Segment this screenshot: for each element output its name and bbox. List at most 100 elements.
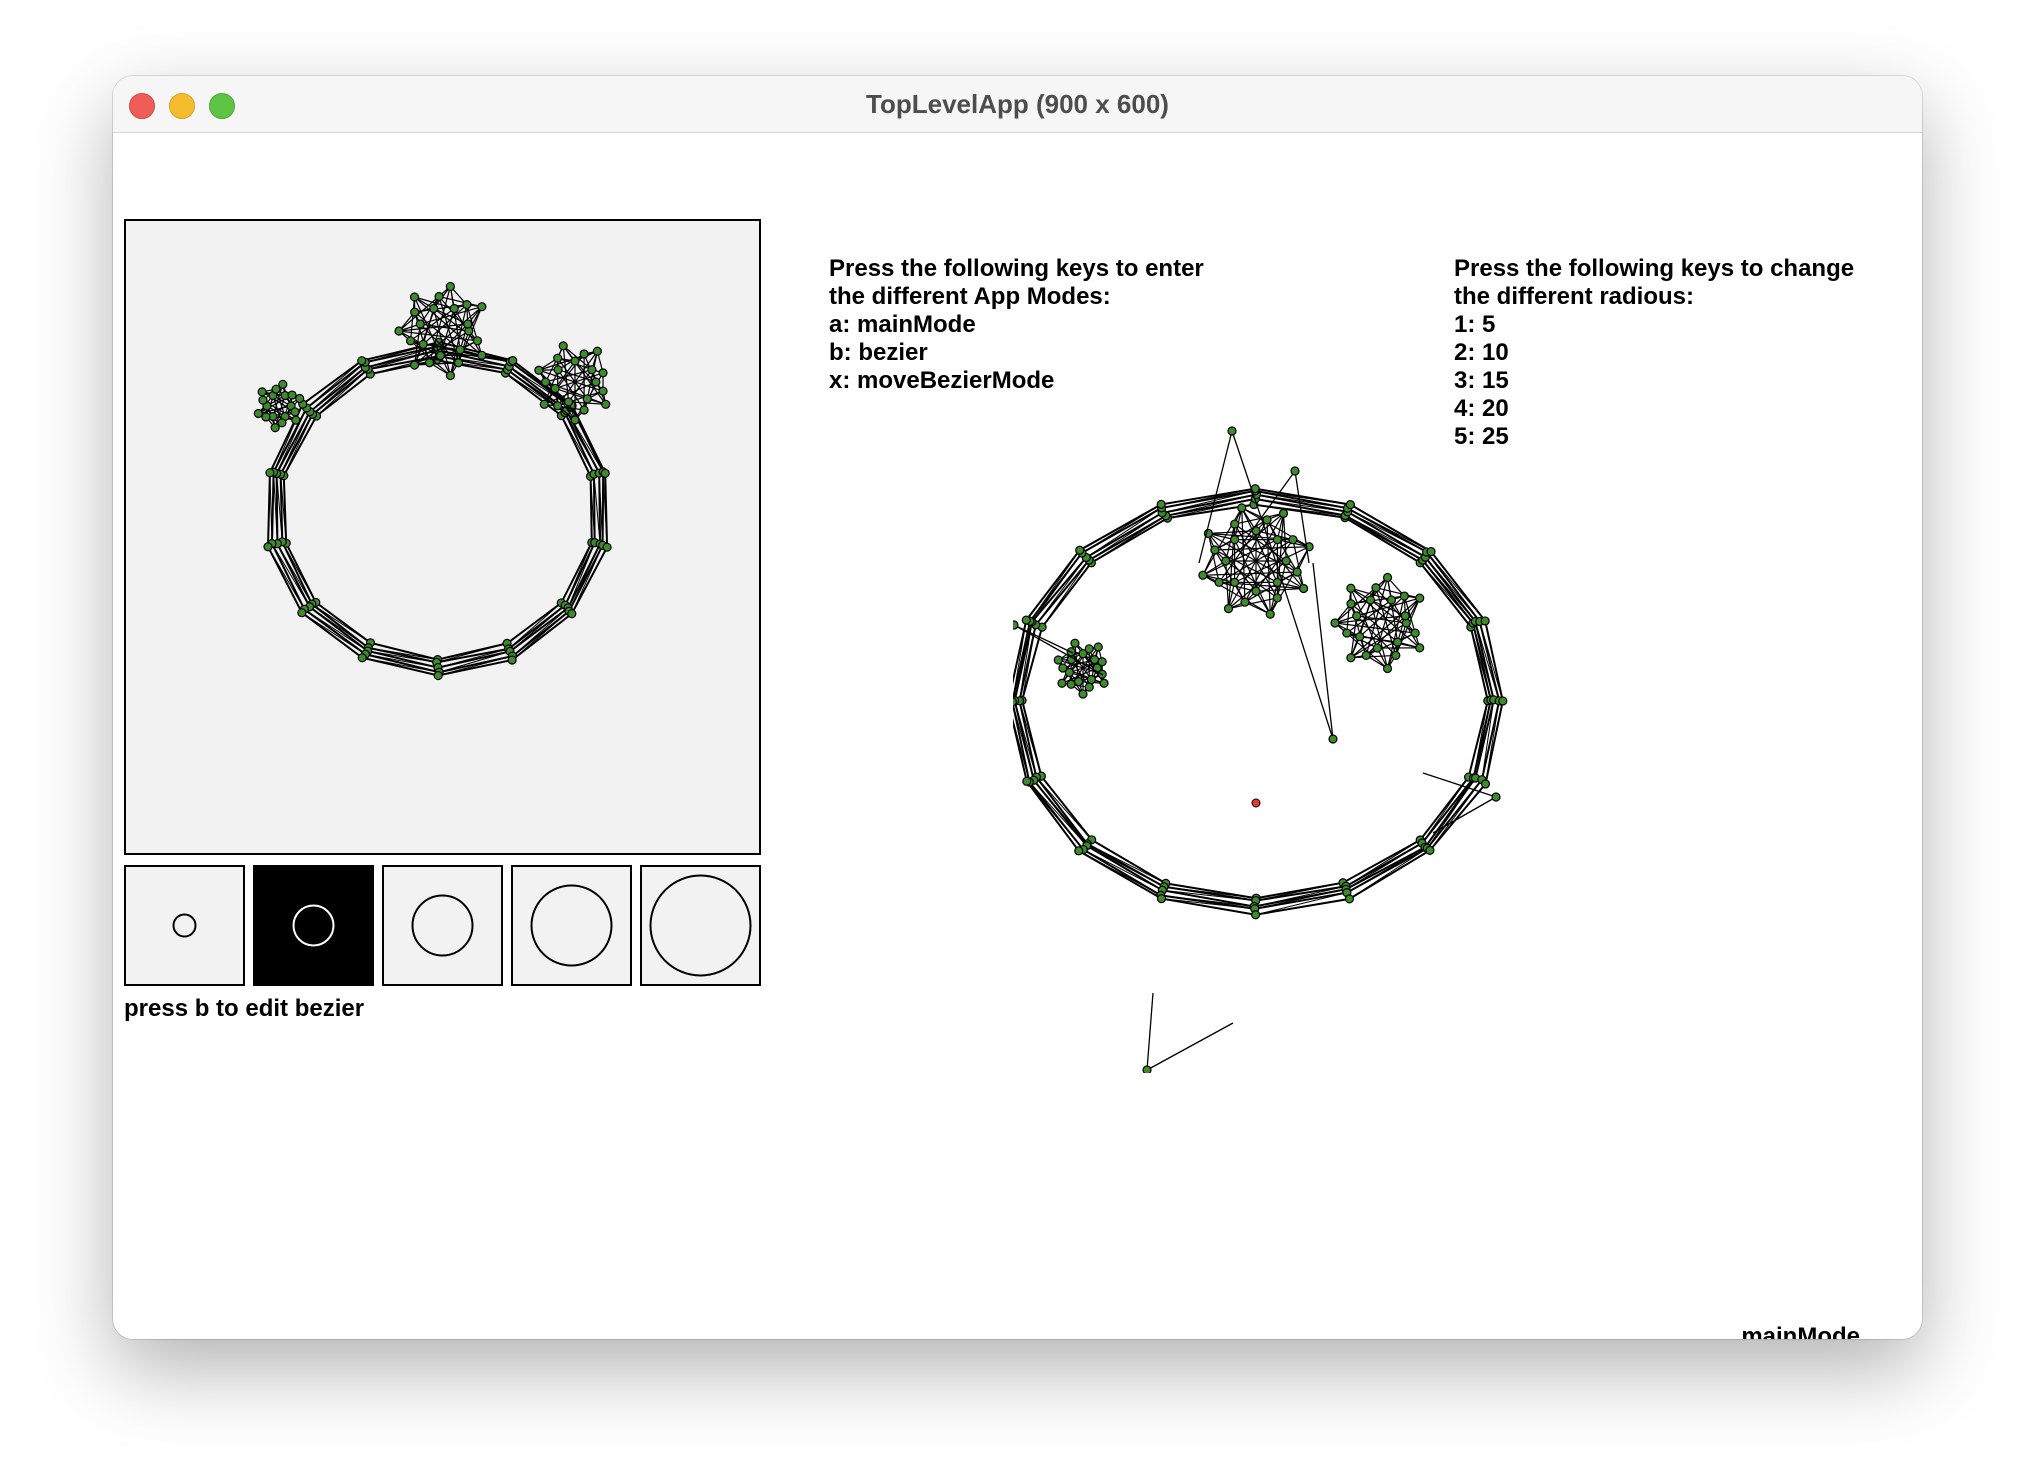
ring-node	[1074, 846, 1084, 856]
cluster-node	[1355, 632, 1365, 642]
cluster-node	[1415, 593, 1425, 603]
radius-button-4[interactable]	[511, 865, 632, 986]
current-mode-status: mainMode	[1741, 1323, 1860, 1339]
cluster-node	[553, 401, 563, 411]
ring-node	[1425, 845, 1435, 855]
cluster-node	[1240, 597, 1250, 607]
spike-node	[1328, 734, 1338, 744]
ring-link	[269, 472, 273, 544]
spike-node	[1227, 426, 1237, 436]
cluster-node	[1262, 515, 1272, 525]
cluster-node	[553, 353, 563, 363]
cluster-node	[1089, 654, 1100, 665]
ring-link	[1346, 846, 1426, 894]
cluster-node	[455, 345, 465, 355]
spike-node	[1142, 1065, 1152, 1073]
radius-button-2[interactable]	[253, 865, 374, 986]
ring-node	[297, 608, 307, 618]
cluster-node	[1272, 577, 1282, 587]
ring-link	[1424, 556, 1481, 622]
radius-key-2: 2: 10	[1454, 339, 1509, 366]
cluster-node	[270, 423, 280, 433]
cluster-node	[1299, 583, 1309, 594]
ring-node	[1156, 499, 1166, 510]
radius-key-3: 3: 15	[1454, 367, 1509, 394]
radius-button-1[interactable]	[124, 865, 245, 986]
ring-link	[1035, 557, 1087, 626]
cluster-node	[570, 415, 580, 425]
cluster-node	[1272, 593, 1282, 603]
cluster-node	[405, 336, 416, 346]
ring-link	[304, 608, 369, 652]
ring-node	[1480, 616, 1490, 626]
spike-link	[1146, 1022, 1234, 1071]
cluster-node	[261, 412, 271, 422]
ring-node	[357, 356, 367, 366]
cluster-node	[1237, 503, 1247, 513]
radius-circle-icon	[411, 894, 474, 957]
cluster-node	[534, 365, 544, 375]
ring-link	[1345, 842, 1423, 890]
cluster-node	[435, 350, 446, 361]
cluster-node	[472, 336, 483, 346]
radius-button-3[interactable]	[382, 865, 503, 986]
radius-circle-icon	[530, 884, 613, 967]
cluster-node	[1230, 519, 1240, 529]
cluster-node	[1058, 663, 1068, 673]
cluster-node	[1070, 638, 1080, 648]
main-ring-drawing[interactable]	[1013, 413, 1813, 1073]
ring-node	[1344, 894, 1355, 904]
ring-node	[1156, 894, 1167, 904]
spike-link	[1294, 470, 1310, 564]
cluster-node	[258, 395, 268, 405]
cluster-node	[1382, 663, 1393, 674]
modes-heading-line: Press the following keys to enter	[829, 255, 1204, 282]
cluster-node	[415, 319, 425, 329]
cluster-node	[1382, 572, 1393, 583]
cluster-node	[1410, 628, 1420, 638]
ring-node	[507, 655, 517, 665]
ring-link	[306, 360, 363, 409]
cluster-node	[1272, 535, 1282, 545]
cluster-node	[579, 405, 589, 415]
cluster-node	[540, 377, 551, 387]
cluster-node	[1346, 653, 1356, 663]
cluster-node	[1392, 637, 1403, 647]
bezier-preview-panel[interactable]	[124, 219, 761, 855]
cluster-node	[394, 326, 404, 336]
cluster-node	[1391, 650, 1401, 661]
cluster-node	[291, 415, 301, 425]
spike-node	[1013, 620, 1019, 630]
modes-instructions: Press the following keys to enter the di…	[829, 255, 1204, 395]
cluster-node	[424, 358, 435, 368]
ring-node	[1345, 500, 1356, 510]
cluster-node	[418, 339, 428, 349]
ring-link	[564, 412, 600, 474]
app-canvas[interactable]: press b to edit bezier Press the followi…	[113, 133, 1922, 1339]
mode-key-a: a: mainMode	[829, 311, 976, 338]
ring-node	[1022, 776, 1032, 786]
cluster-node	[539, 399, 549, 409]
spike-link	[1146, 992, 1154, 1071]
cluster-node	[601, 399, 611, 409]
cluster-node	[410, 307, 420, 317]
radius-circle-icon	[649, 874, 752, 977]
cluster-node	[1057, 678, 1067, 688]
cluster-node	[1365, 595, 1376, 605]
cluster-node	[1093, 642, 1103, 652]
cluster-node	[1053, 655, 1063, 665]
ring-link	[1088, 512, 1163, 561]
window-title: TopLevelApp (900 x 600)	[866, 89, 1169, 119]
cluster-node	[295, 393, 305, 404]
cluster-node	[1346, 583, 1356, 593]
cluster-node	[409, 360, 420, 370]
ring-link	[567, 542, 596, 609]
cluster-node	[553, 365, 563, 375]
radius-button-5[interactable]	[640, 865, 761, 986]
spike-link	[1312, 562, 1334, 740]
cluster-node	[1230, 535, 1240, 545]
ring-node	[433, 670, 443, 681]
ring-link	[1026, 781, 1084, 850]
app-window: TopLevelApp (900 x 600) press b to edit …	[113, 76, 1922, 1339]
cluster-node	[1352, 611, 1362, 621]
